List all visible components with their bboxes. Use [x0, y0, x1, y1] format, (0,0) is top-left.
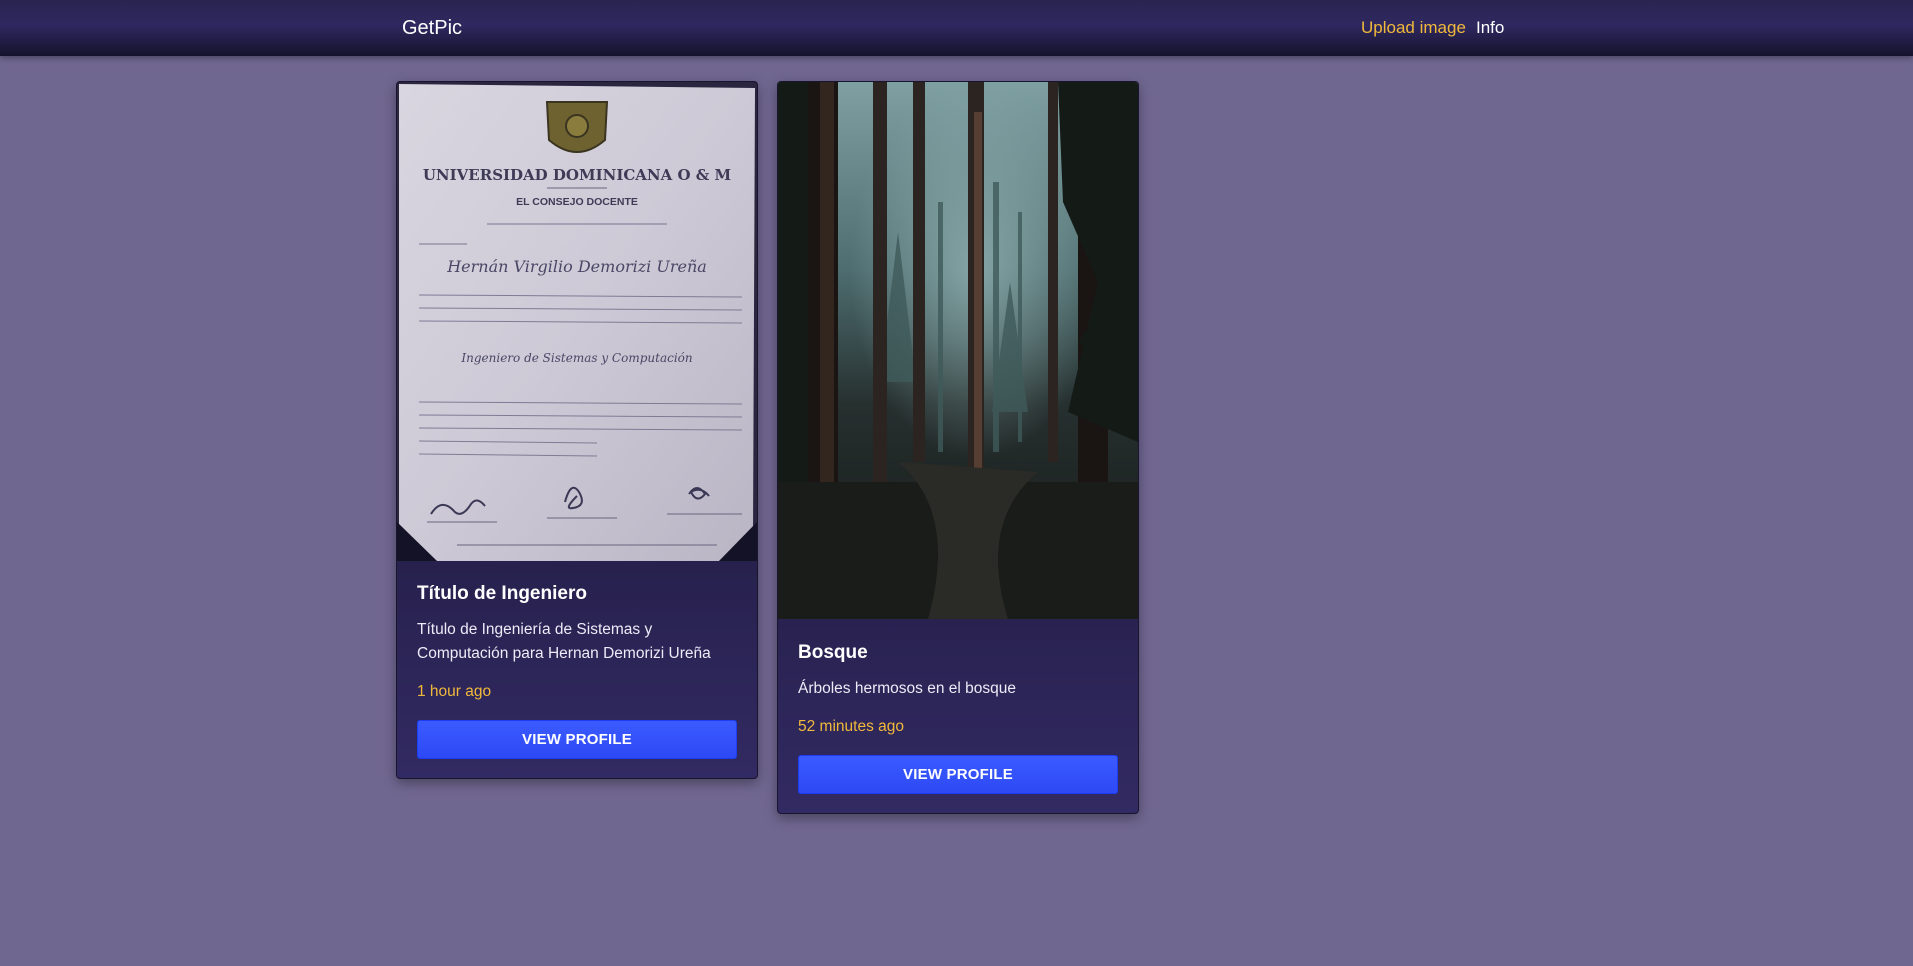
brand-logo-link[interactable]: GetPic [402, 17, 462, 40]
top-navbar: GetPic Upload image Info [0, 0, 1913, 56]
card-image-diploma[interactable]: UNIVERSIDAD DOMINICANA O & M EL CONSEJO … [397, 82, 757, 561]
card-description: Título de Ingeniería de Sistemas y Compu… [417, 621, 711, 662]
view-profile-button[interactable]: VIEW PROFILE [798, 755, 1118, 794]
image-card: Bosque Árboles hermosos en el bosque 52 … [777, 81, 1139, 814]
image-card: UNIVERSIDAD DOMINICANA O & M EL CONSEJO … [396, 81, 758, 779]
diploma-degree-text: Ingeniero de Sistemas y Computación [460, 351, 692, 365]
nav-info-link[interactable]: Info [1476, 18, 1504, 38]
diploma-name-text: Hernán Virgilio Demorizi Ureña [446, 257, 707, 276]
diploma-university-text: UNIVERSIDAD DOMINICANA O & M [423, 166, 731, 184]
card-description: Árboles hermosos en el bosque [798, 680, 1016, 697]
card-title: Bosque [798, 642, 868, 663]
card-timestamp: 52 minutes ago [798, 718, 904, 735]
view-profile-button[interactable]: VIEW PROFILE [417, 720, 737, 759]
card-body: Título de Ingeniero Título de Ingeniería… [417, 582, 737, 759]
card-image-forest[interactable] [778, 82, 1138, 619]
card-title: Título de Ingeniero [417, 583, 587, 604]
card-body: Bosque Árboles hermosos en el bosque 52 … [798, 641, 1118, 794]
card-timestamp: 1 hour ago [417, 683, 492, 700]
diploma-council-text: EL CONSEJO DOCENTE [516, 196, 638, 208]
nav-upload-image-link[interactable]: Upload image [1361, 18, 1466, 38]
